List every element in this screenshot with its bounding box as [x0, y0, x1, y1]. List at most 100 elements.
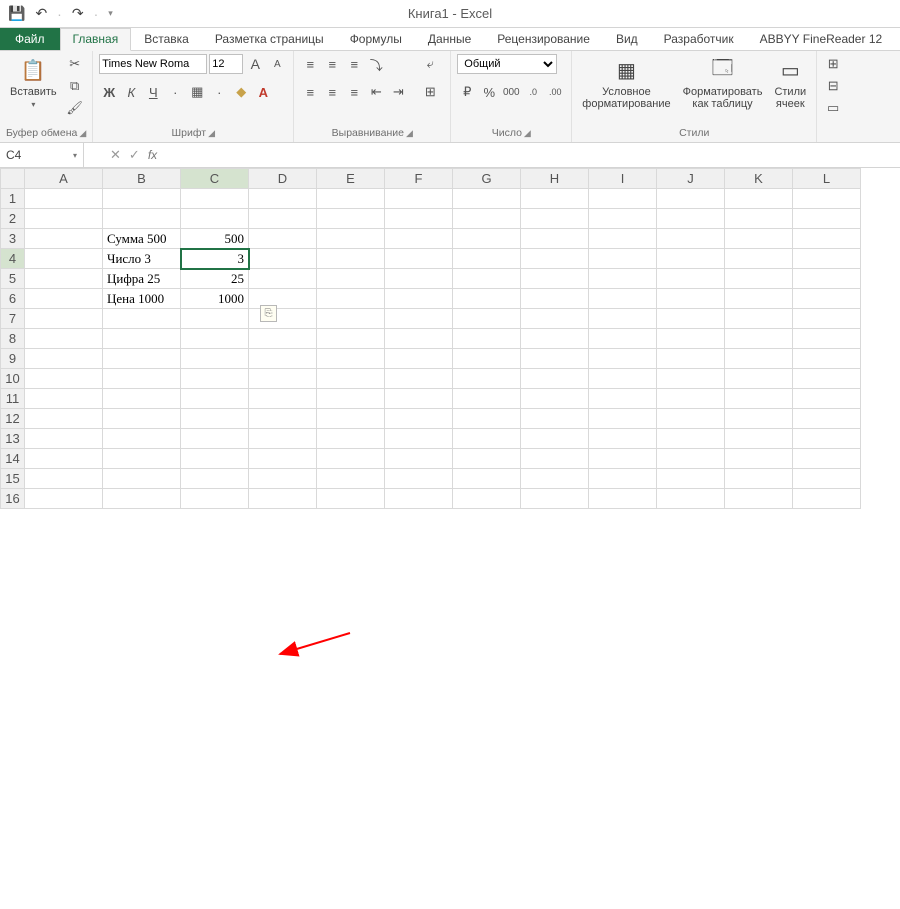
align-middle-icon[interactable]: ≡ [322, 54, 342, 74]
fx-icon[interactable]: fx [148, 148, 157, 162]
percent-icon[interactable]: % [479, 82, 499, 102]
cell-L13[interactable] [793, 429, 861, 449]
cell-J12[interactable] [657, 409, 725, 429]
select-all-corner[interactable] [1, 169, 25, 189]
cell-E3[interactable] [317, 229, 385, 249]
cell-G3[interactable] [453, 229, 521, 249]
cell-J11[interactable] [657, 389, 725, 409]
dialog-launcher-icon[interactable]: ◢ [79, 128, 86, 139]
cell-D15[interactable] [249, 469, 317, 489]
cell-G6[interactable] [453, 289, 521, 309]
cell-I1[interactable] [589, 189, 657, 209]
cell-B13[interactable] [103, 429, 181, 449]
format-cells-icon[interactable]: ▭ [823, 98, 843, 118]
cell-A6[interactable] [25, 289, 103, 309]
align-center-icon[interactable]: ≡ [322, 82, 342, 102]
cell-C5[interactable]: 25 [181, 269, 249, 289]
cell-G7[interactable] [453, 309, 521, 329]
col-header-J[interactable]: J [657, 169, 725, 189]
redo-icon[interactable]: ↷ [72, 5, 84, 22]
tab-view[interactable]: Вид [603, 28, 651, 50]
dialog-launcher-icon[interactable]: ◢ [524, 128, 531, 139]
cell-B15[interactable] [103, 469, 181, 489]
comma-icon[interactable]: 000 [501, 82, 521, 102]
cell-J16[interactable] [657, 489, 725, 509]
dec-decimal-icon[interactable]: .00 [545, 82, 565, 102]
font-color-icon[interactable]: A [253, 82, 273, 102]
cell-E14[interactable] [317, 449, 385, 469]
cell-A8[interactable] [25, 329, 103, 349]
cell-E1[interactable] [317, 189, 385, 209]
fill-color-icon[interactable]: ◆ [231, 82, 251, 102]
cancel-icon[interactable]: ✕ [110, 147, 121, 163]
cell-H14[interactable] [521, 449, 589, 469]
cell-E16[interactable] [317, 489, 385, 509]
cell-H16[interactable] [521, 489, 589, 509]
indent-dec-icon[interactable]: ⇤ [366, 82, 386, 102]
cell-F15[interactable] [385, 469, 453, 489]
worksheet[interactable]: ABCDEFGHIJKL123Сумма 5005004Число 335Циф… [0, 168, 900, 509]
cell-B16[interactable] [103, 489, 181, 509]
cell-B9[interactable] [103, 349, 181, 369]
cell-B14[interactable] [103, 449, 181, 469]
row-header-16[interactable]: 16 [1, 489, 25, 509]
cell-D13[interactable] [249, 429, 317, 449]
cell-L16[interactable] [793, 489, 861, 509]
save-icon[interactable]: 💾 [8, 5, 25, 22]
cell-K5[interactable] [725, 269, 793, 289]
copy-icon[interactable]: ⧉ [65, 76, 85, 96]
cell-F14[interactable] [385, 449, 453, 469]
cell-E9[interactable] [317, 349, 385, 369]
cell-G16[interactable] [453, 489, 521, 509]
cell-A4[interactable] [25, 249, 103, 269]
cell-K13[interactable] [725, 429, 793, 449]
cell-D3[interactable] [249, 229, 317, 249]
flash-fill-smart-tag[interactable]: ⎘ [260, 305, 277, 322]
cell-B5[interactable]: Цифра 25 [103, 269, 181, 289]
cell-H4[interactable] [521, 249, 589, 269]
cell-L11[interactable] [793, 389, 861, 409]
cell-D7[interactable] [249, 309, 317, 329]
dialog-launcher-icon[interactable]: ◢ [406, 128, 413, 139]
cell-D5[interactable] [249, 269, 317, 289]
cell-A11[interactable] [25, 389, 103, 409]
borders-icon[interactable]: ▦ [187, 82, 207, 102]
increase-font-icon[interactable]: A [245, 54, 265, 74]
cell-B11[interactable] [103, 389, 181, 409]
cell-A3[interactable] [25, 229, 103, 249]
dialog-launcher-icon[interactable]: ◢ [208, 128, 215, 139]
cell-F2[interactable] [385, 209, 453, 229]
cell-G8[interactable] [453, 329, 521, 349]
align-left-icon[interactable]: ≡ [300, 82, 320, 102]
cell-C8[interactable] [181, 329, 249, 349]
cell-J1[interactable] [657, 189, 725, 209]
col-header-I[interactable]: I [589, 169, 657, 189]
cell-C4[interactable]: 3 [181, 249, 249, 269]
cell-B4[interactable]: Число 3 [103, 249, 181, 269]
cell-D4[interactable] [249, 249, 317, 269]
cell-J15[interactable] [657, 469, 725, 489]
cell-K1[interactable] [725, 189, 793, 209]
row-header-12[interactable]: 12 [1, 409, 25, 429]
cell-F8[interactable] [385, 329, 453, 349]
cell-C10[interactable] [181, 369, 249, 389]
cell-C12[interactable] [181, 409, 249, 429]
cell-C14[interactable] [181, 449, 249, 469]
cell-A10[interactable] [25, 369, 103, 389]
cell-H8[interactable] [521, 329, 589, 349]
cell-H10[interactable] [521, 369, 589, 389]
cell-E15[interactable] [317, 469, 385, 489]
cell-A15[interactable] [25, 469, 103, 489]
cell-G1[interactable] [453, 189, 521, 209]
insert-cells-icon[interactable]: ⊞ [823, 54, 843, 74]
cell-H12[interactable] [521, 409, 589, 429]
orientation-icon[interactable]: ⤵ [366, 54, 386, 74]
cell-H11[interactable] [521, 389, 589, 409]
tab-data[interactable]: Данные [415, 28, 484, 50]
cell-K2[interactable] [725, 209, 793, 229]
cell-J9[interactable] [657, 349, 725, 369]
cell-G2[interactable] [453, 209, 521, 229]
cell-E13[interactable] [317, 429, 385, 449]
cell-I10[interactable] [589, 369, 657, 389]
cell-L2[interactable] [793, 209, 861, 229]
